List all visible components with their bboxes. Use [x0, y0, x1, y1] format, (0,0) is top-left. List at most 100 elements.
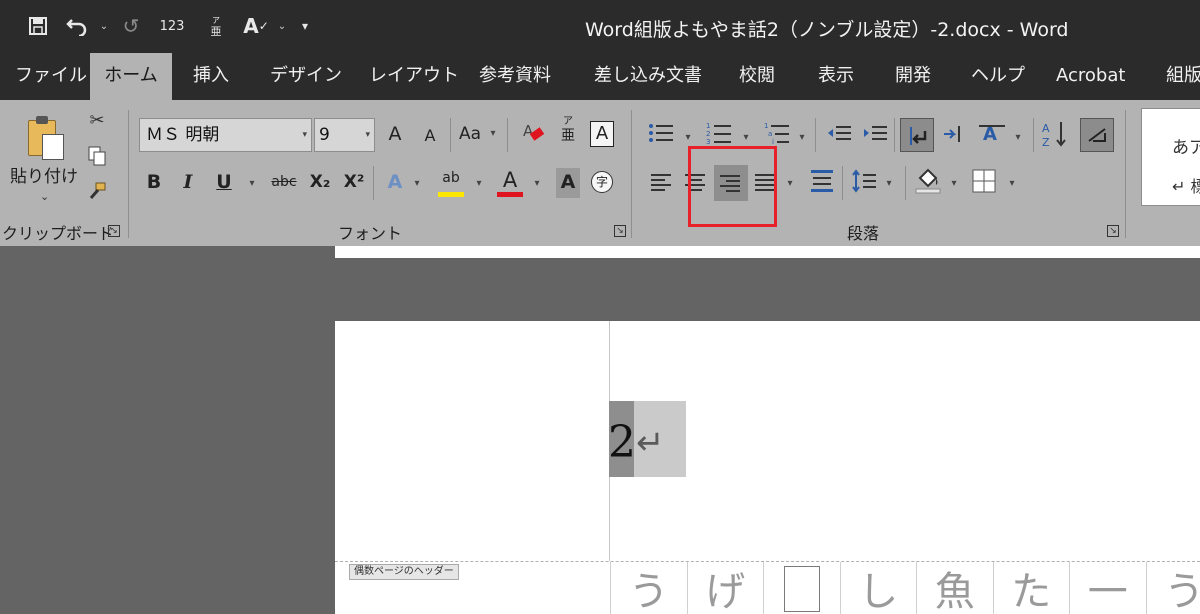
bullets-icon[interactable] [648, 122, 674, 152]
numbering-tool-button[interactable]: 123 [150, 10, 194, 42]
copy-icon[interactable] [86, 146, 108, 171]
clipboard-paste-icon [24, 114, 64, 160]
style-sample-top: あア [1172, 138, 1200, 158]
strikethrough-button[interactable]: abc [269, 168, 299, 198]
clear-formatting-icon[interactable]: A [520, 120, 546, 150]
tab-help[interactable]: ヘルプ [971, 53, 1025, 100]
font-size-select[interactable]: 9 ▾ [314, 118, 375, 152]
format-painter-icon[interactable] [86, 182, 108, 207]
tab-insert[interactable]: 挿入 [193, 53, 229, 100]
page-number-text[interactable]: 2 [608, 418, 636, 468]
text-direction-icon[interactable]: A [977, 120, 1007, 150]
spelling-check-button[interactable]: A ✓ [238, 10, 274, 42]
font-name-value: ＭＳ 明朝 [146, 125, 220, 145]
font-size-value: 9 [319, 125, 330, 145]
spelling-dropdown-icon[interactable]: ⌄ [274, 10, 290, 42]
change-case-button[interactable]: Aa [456, 120, 484, 150]
borders-dropdown-icon[interactable]: ▾ [1006, 170, 1018, 200]
grid-cell[interactable]: 一 [1069, 562, 1146, 614]
empty-box-glyph [783, 566, 820, 612]
enclose-characters-button[interactable]: 字 [591, 171, 613, 193]
tab-review[interactable]: 校閲 [739, 53, 775, 100]
text-effects-button[interactable]: A [383, 168, 407, 198]
ruby-tool-button[interactable]: ア 亜 [194, 10, 238, 42]
font-color-dropdown-icon[interactable]: ▾ [531, 170, 543, 200]
tab-developer[interactable]: 開発 [895, 53, 931, 100]
character-shading-button[interactable]: A [556, 168, 580, 198]
borders-icon[interactable] [970, 168, 998, 198]
shrink-font-button[interactable]: A [419, 122, 441, 152]
styles-gallery[interactable]: あア ↵ 標 [1141, 108, 1200, 206]
shading-dropdown-icon[interactable]: ▾ [948, 170, 960, 200]
svg-text:2: 2 [706, 130, 710, 138]
tab-acrobat[interactable]: Acrobat [1056, 53, 1125, 100]
grid-cell[interactable]: 魚 [916, 562, 993, 614]
separator [128, 110, 129, 238]
multilevel-dropdown-icon[interactable]: ▾ [796, 124, 808, 154]
cut-icon[interactable]: ✂ [86, 110, 108, 131]
tab-typesetting[interactable]: 組版 [1166, 53, 1200, 100]
tab-references[interactable]: 参考資料 [479, 53, 551, 100]
superscript-button[interactable]: X² [341, 168, 367, 198]
grid-cell[interactable]: げ [686, 562, 764, 614]
style-sample-normal: ↵ 標 [1172, 177, 1200, 196]
grid-cell[interactable]: う [1145, 562, 1200, 614]
line-spacing-dropdown-icon[interactable]: ▾ [883, 170, 895, 200]
tab-layout[interactable]: レイアウト [369, 53, 459, 100]
grid-cell[interactable]: し [839, 562, 917, 614]
line-spacing-icon[interactable] [851, 168, 877, 198]
justify-dropdown-icon[interactable]: ▾ [784, 170, 796, 200]
align-left-icon[interactable] [651, 174, 673, 194]
paragraph-group-label: 段落 [847, 224, 880, 243]
grid-cell-box[interactable] [763, 562, 840, 614]
grid-cell[interactable]: た [992, 562, 1070, 614]
highlight-color-button[interactable]: ab [437, 164, 465, 194]
highlight-dropdown-icon[interactable]: ▾ [473, 170, 485, 200]
phonetic-guide-button[interactable]: ア 亜 [556, 116, 580, 146]
paragraph-launcher-icon[interactable]: ↘ [1107, 225, 1119, 237]
svg-text:1: 1 [764, 122, 768, 130]
separator [815, 118, 816, 152]
phonetic-top: ア [563, 116, 573, 127]
save-icon[interactable] [18, 10, 58, 42]
character-border-button[interactable]: A [590, 121, 614, 147]
tab-mailings[interactable]: 差し込み文書 [594, 53, 702, 100]
undo-dropdown-icon[interactable]: ⌄ [96, 10, 112, 42]
separator [507, 118, 508, 152]
change-case-dropdown-icon[interactable]: ▾ [487, 120, 499, 150]
svg-text:3: 3 [706, 138, 710, 146]
clipboard-launcher-icon[interactable]: ↘ [108, 225, 120, 237]
ruby-bottom-text: 亜 [210, 25, 222, 38]
redo-icon[interactable]: ↺ [112, 10, 150, 42]
ribbon-tabs: ファイル ホーム 挿入 デザイン レイアウト 参考資料 差し込み文書 校閲 表示… [0, 53, 1200, 100]
rtl-direction-icon[interactable] [940, 122, 966, 152]
manuscript-grid: う げ し 魚 た 一 う [610, 562, 1200, 614]
customize-qat-icon[interactable]: ▾ [290, 10, 320, 42]
show-hide-marks-button[interactable] [1080, 118, 1114, 152]
tab-view[interactable]: 表示 [818, 53, 854, 100]
font-launcher-icon[interactable]: ↘ [614, 225, 626, 237]
grid-cell[interactable]: う [610, 562, 687, 614]
underline-dropdown-icon[interactable]: ▾ [246, 170, 258, 200]
text-direction-dropdown-icon[interactable]: ▾ [1012, 124, 1024, 154]
italic-button[interactable]: I [177, 168, 199, 198]
distributed-icon[interactable] [808, 168, 836, 198]
bold-button[interactable]: B [143, 168, 165, 198]
shading-icon[interactable] [914, 166, 942, 196]
svg-text:A: A [1042, 122, 1050, 135]
tab-file[interactable]: ファイル [15, 53, 87, 100]
sort-icon[interactable]: AZ [1042, 120, 1068, 150]
increase-indent-icon[interactable] [862, 122, 888, 152]
svg-text:A: A [983, 124, 997, 145]
tab-design[interactable]: デザイン [270, 53, 342, 100]
ltr-direction-button[interactable] [900, 118, 934, 152]
subscript-button[interactable]: X₂ [307, 168, 333, 198]
paste-dropdown-icon[interactable]: ⌄ [40, 190, 49, 203]
text-effects-dropdown-icon[interactable]: ▾ [411, 170, 423, 200]
font-name-select[interactable]: ＭＳ 明朝 ▾ [139, 118, 312, 152]
underline-button[interactable]: U [213, 168, 235, 198]
grow-font-button[interactable]: A [384, 120, 406, 150]
tab-home[interactable]: ホーム [90, 53, 172, 100]
undo-icon[interactable] [58, 10, 96, 42]
decrease-indent-icon[interactable] [826, 122, 852, 152]
